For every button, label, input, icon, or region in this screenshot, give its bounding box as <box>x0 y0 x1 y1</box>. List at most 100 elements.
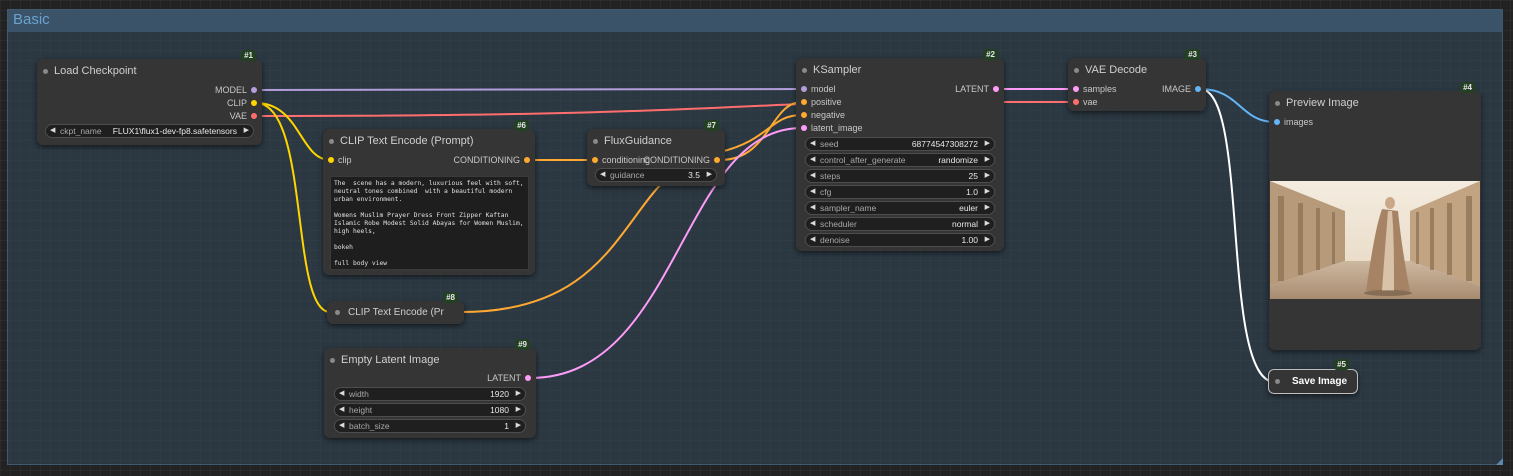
arrow-left-icon[interactable]: ◀ <box>810 154 815 166</box>
input-clip[interactable]: clip <box>323 155 352 165</box>
input-vae[interactable]: vae <box>1068 97 1098 107</box>
input-negative[interactable]: negative <box>796 110 845 120</box>
node-preview-image[interactable]: #4 Preview Image images <box>1269 82 1481 350</box>
node-title-bar[interactable]: Preview Image <box>1269 91 1481 115</box>
input-latent-image[interactable]: latent_image <box>796 123 863 133</box>
widget-guidance[interactable]: ◀ guidance 3.5 ▶ <box>595 168 717 182</box>
arrow-left-icon[interactable]: ◀ <box>810 138 815 150</box>
slot-dot-icon[interactable] <box>1073 86 1079 92</box>
arrow-right-icon[interactable]: ▶ <box>516 404 521 416</box>
slot-dot-icon[interactable] <box>524 157 530 163</box>
collapse-dot-icon[interactable] <box>1074 68 1079 73</box>
widget-width[interactable]: ◀ width 1920 ▶ <box>334 387 526 401</box>
input-images[interactable]: images <box>1269 117 1313 127</box>
slot-dot-icon[interactable] <box>1073 99 1079 105</box>
collapse-dot-icon[interactable] <box>802 68 807 73</box>
node-title-bar[interactable]: FluxGuidance <box>587 129 725 153</box>
slot-dot-icon[interactable] <box>801 86 807 92</box>
node-clip-text-encode[interactable]: #6 CLIP Text Encode (Prompt) clip CONDIT… <box>323 120 536 275</box>
output-image[interactable]: IMAGE <box>1162 84 1206 94</box>
slot-dot-icon[interactable] <box>592 157 598 163</box>
collapse-dot-icon[interactable] <box>330 358 335 363</box>
collapse-dot-icon[interactable] <box>329 139 334 144</box>
input-model[interactable]: model <box>796 84 836 94</box>
output-model[interactable]: MODEL <box>215 85 262 95</box>
node-save-image[interactable]: #5 Save Image <box>1268 359 1358 394</box>
slot-dot-icon[interactable] <box>251 100 257 106</box>
collapse-dot-icon[interactable] <box>1275 379 1280 384</box>
node-empty-latent-image[interactable]: #9 Empty Latent Image LATENT ◀ width 1920 ▶… <box>324 339 536 438</box>
slot-dot-icon[interactable] <box>714 157 720 163</box>
slot-dot-icon[interactable] <box>251 87 257 93</box>
node-flux-guidance[interactable]: #7 FluxGuidance conditioning CONDITIONIN… <box>587 120 726 186</box>
node-title: CLIP Text Encode (Pr <box>348 307 444 318</box>
arrow-left-icon[interactable]: ◀ <box>810 234 815 246</box>
collapse-dot-icon[interactable] <box>335 310 340 315</box>
arrow-right-icon[interactable]: ▶ <box>985 186 990 198</box>
widget-seed[interactable]: ◀ seed 687745473082​72 ▶ <box>805 137 995 151</box>
node-title-bar[interactable]: VAE Decode <box>1068 58 1206 82</box>
widget-batch-size[interactable]: ◀ batch_size 1 ▶ <box>334 419 526 433</box>
arrow-left-icon[interactable]: ◀ <box>810 218 815 230</box>
widget-control-after-generate[interactable]: ◀ control_after_generate randomize ▶ <box>805 153 995 167</box>
arrow-left-icon[interactable]: ◀ <box>339 404 344 416</box>
output-conditioning[interactable]: CONDITIONING <box>644 155 726 165</box>
widget-denoise[interactable]: ◀ denoise 1.00 ▶ <box>805 233 995 247</box>
node-title-bar[interactable]: Empty Latent Image <box>324 348 536 372</box>
collapse-dot-icon[interactable] <box>1275 101 1280 106</box>
arrow-left-icon[interactable]: ◀ <box>810 170 815 182</box>
node-title-bar[interactable]: CLIP Text Encode (Prompt) <box>323 129 535 153</box>
node-load-checkpoint[interactable]: #1 Load Checkpoint MODEL CLIP VAE ◀ ckpt_… <box>37 50 262 145</box>
input-positive[interactable]: positive <box>796 97 842 107</box>
arrow-right-icon[interactable]: ▶ <box>985 138 990 150</box>
arrow-right-icon[interactable]: ▶ <box>516 420 521 432</box>
arrow-right-icon[interactable]: ▶ <box>985 202 990 214</box>
input-samples[interactable]: samples <box>1068 84 1117 94</box>
arrow-right-icon[interactable]: ▶ <box>244 125 249 137</box>
arrow-right-icon[interactable]: ▶ <box>985 234 990 246</box>
arrow-right-icon[interactable]: ▶ <box>985 154 990 166</box>
slot-dot-icon[interactable] <box>1195 86 1201 92</box>
arrow-left-icon[interactable]: ◀ <box>339 420 344 432</box>
resize-handle-icon[interactable] <box>1496 458 1503 465</box>
output-vae[interactable]: VAE <box>230 111 262 121</box>
node-ksampler[interactable]: #2 KSampler model positive negative late… <box>796 49 1004 251</box>
output-conditioning[interactable]: CONDITIONING <box>454 155 536 165</box>
slot-dot-icon[interactable] <box>993 86 999 92</box>
arrow-left-icon[interactable]: ◀ <box>50 125 55 137</box>
widget-scheduler[interactable]: ◀ scheduler normal ▶ <box>805 217 995 231</box>
preview-image-thumbnail[interactable] <box>1270 181 1480 299</box>
node-title-bar[interactable]: KSampler <box>796 58 1004 82</box>
widget-ckpt-name[interactable]: ◀ ckpt_name FLUX1\flux1-dev-fp8.safetensor… <box>45 124 254 138</box>
arrow-right-icon[interactable]: ▶ <box>985 170 990 182</box>
widget-value: 3.5 <box>688 170 700 180</box>
node-vae-decode[interactable]: #3 VAE Decode samples vae IMAGE <box>1068 49 1206 111</box>
widget-steps[interactable]: ◀ steps 25 ▶ <box>805 169 995 183</box>
slot-dot-icon[interactable] <box>251 113 257 119</box>
collapse-dot-icon[interactable] <box>43 69 48 74</box>
arrow-right-icon[interactable]: ▶ <box>516 388 521 400</box>
arrow-left-icon[interactable]: ◀ <box>810 202 815 214</box>
slot-dot-icon[interactable] <box>801 125 807 131</box>
node-clip-text-encode-collapsed[interactable]: #8 CLIP Text Encode (Pr <box>327 292 464 324</box>
slot-dot-icon[interactable] <box>525 375 531 381</box>
node-title-bar[interactable]: Load Checkpoint <box>37 59 262 83</box>
widget-sampler-name[interactable]: ◀ sampler_name euler ▶ <box>805 201 995 215</box>
widget-cfg[interactable]: ◀ cfg 1.0 ▶ <box>805 185 995 199</box>
arrow-left-icon[interactable]: ◀ <box>600 169 605 181</box>
arrow-left-icon[interactable]: ◀ <box>339 388 344 400</box>
arrow-right-icon[interactable]: ▶ <box>707 169 712 181</box>
slot-dot-icon[interactable] <box>328 157 334 163</box>
output-latent[interactable]: LATENT <box>955 84 1004 94</box>
arrow-left-icon[interactable]: ◀ <box>810 186 815 198</box>
slot-dot-icon[interactable] <box>801 112 807 118</box>
slot-dot-icon[interactable] <box>801 99 807 105</box>
output-latent[interactable]: LATENT <box>487 373 536 383</box>
input-conditioning[interactable]: conditioning <box>587 155 650 165</box>
prompt-textarea[interactable]: The scene has a modern, luxurious feel w… <box>330 176 529 270</box>
widget-height[interactable]: ◀ height 1080 ▶ <box>334 403 526 417</box>
arrow-right-icon[interactable]: ▶ <box>985 218 990 230</box>
collapse-dot-icon[interactable] <box>593 139 598 144</box>
slot-dot-icon[interactable] <box>1274 119 1280 125</box>
output-clip[interactable]: CLIP <box>227 98 262 108</box>
